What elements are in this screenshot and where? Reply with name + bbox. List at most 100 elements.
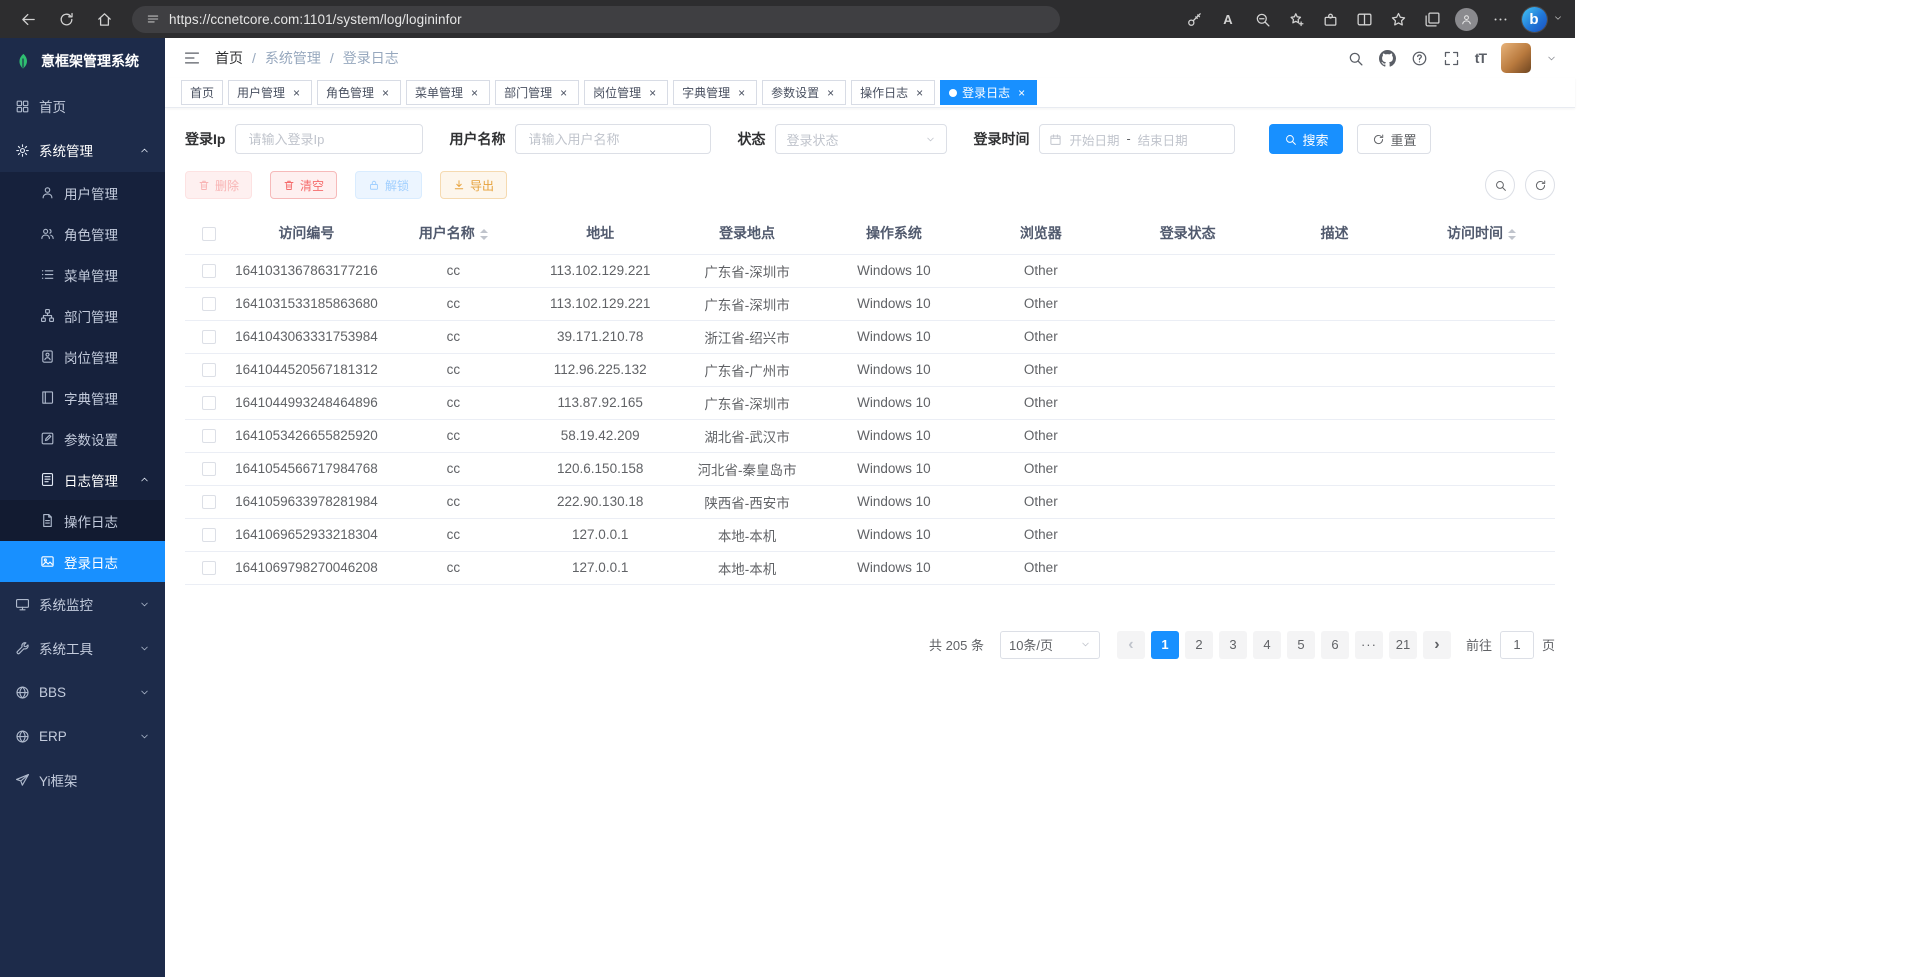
close-icon[interactable]: × — [379, 86, 392, 99]
toggle-search-button[interactable] — [1485, 170, 1515, 200]
sidebar-item-param-settings[interactable]: 参数设置 — [0, 418, 165, 459]
login-ip-input[interactable] — [235, 124, 423, 154]
row-checkbox[interactable] — [202, 297, 216, 311]
fullscreen-icon[interactable] — [1443, 50, 1460, 67]
user-name-input[interactable] — [515, 124, 711, 154]
favorites-icon[interactable] — [1383, 4, 1413, 34]
tab-dict-management[interactable]: 字典管理× — [673, 80, 757, 105]
page-button-4[interactable]: 4 — [1253, 631, 1281, 659]
clear-button[interactable]: 清空 — [270, 171, 337, 199]
close-icon[interactable]: × — [557, 86, 570, 99]
close-icon[interactable]: × — [735, 86, 748, 99]
sidebar-item-dict-management[interactable]: 字典管理 — [0, 377, 165, 418]
goto-page-input[interactable] — [1500, 631, 1534, 659]
close-icon[interactable]: × — [468, 86, 481, 99]
url-bar[interactable]: https://ccnetcore.com:1101/system/log/lo… — [132, 6, 1060, 33]
sidebar-collapse-button[interactable] — [183, 49, 201, 67]
site-info-icon[interactable] — [146, 12, 160, 26]
sidebar-item-erp[interactable]: ERP — [0, 714, 165, 758]
bing-caret-icon[interactable] — [1553, 10, 1563, 28]
close-icon[interactable]: × — [646, 86, 659, 99]
breadcrumb-home[interactable]: 首页 — [215, 48, 243, 68]
page-size-select[interactable]: 10条/页 — [1000, 631, 1100, 659]
chevron-down-icon[interactable] — [1546, 53, 1557, 64]
tab-operation-log[interactable]: 操作日志× — [851, 80, 935, 105]
page-button-1[interactable]: 1 — [1151, 631, 1179, 659]
page-button-6[interactable]: 6 — [1321, 631, 1349, 659]
reset-button[interactable]: 重置 — [1357, 124, 1431, 154]
page-button-3[interactable]: 3 — [1219, 631, 1247, 659]
close-icon[interactable]: × — [824, 86, 837, 99]
tab-dept-management[interactable]: 部门管理× — [495, 80, 579, 105]
next-page-button[interactable]: › — [1423, 631, 1451, 659]
browser-profile-avatar[interactable] — [1451, 4, 1481, 34]
search-icon[interactable] — [1347, 50, 1364, 67]
font-size-icon[interactable]: tT — [1475, 50, 1486, 66]
prev-page-button[interactable]: ‹ — [1117, 631, 1145, 659]
sidebar-item-operation-log[interactable]: 操作日志 — [0, 500, 165, 541]
refresh-table-button[interactable] — [1525, 170, 1555, 200]
split-screen-icon[interactable] — [1349, 4, 1379, 34]
sidebar-item-system-management[interactable]: 系统管理 — [0, 128, 165, 172]
sort-caret-icon[interactable] — [1508, 229, 1516, 240]
more-pages-icon[interactable]: ··· — [1355, 631, 1383, 659]
close-icon[interactable]: × — [290, 86, 303, 99]
sidebar-item-dept-management[interactable]: 部门管理 — [0, 295, 165, 336]
sidebar-item-system-monitor[interactable]: 系统监控 — [0, 582, 165, 626]
row-checkbox[interactable] — [202, 264, 216, 278]
row-checkbox[interactable] — [202, 396, 216, 410]
sidebar-item-home[interactable]: 首页 — [0, 84, 165, 128]
row-checkbox[interactable] — [202, 462, 216, 476]
sidebar-item-yi-framework[interactable]: Yi框架 — [0, 758, 165, 802]
row-checkbox[interactable] — [202, 495, 216, 509]
export-button[interactable]: 导出 — [440, 171, 507, 199]
row-checkbox[interactable] — [202, 363, 216, 377]
search-button[interactable]: 搜索 — [1269, 124, 1343, 154]
row-checkbox[interactable] — [202, 561, 216, 575]
home-button[interactable] — [88, 4, 120, 34]
favorites-add-icon[interactable] — [1281, 4, 1311, 34]
tab-param-settings[interactable]: 参数设置× — [762, 80, 846, 105]
row-checkbox[interactable] — [202, 528, 216, 542]
sidebar-item-menu-management[interactable]: 菜单管理 — [0, 254, 165, 295]
back-button[interactable] — [12, 4, 44, 34]
collections-icon[interactable] — [1417, 4, 1447, 34]
status-select[interactable]: 登录状态 — [775, 124, 947, 154]
close-icon[interactable]: × — [1015, 86, 1028, 99]
refresh-button[interactable] — [50, 4, 82, 34]
zoom-out-icon[interactable] — [1247, 4, 1277, 34]
select-all-checkbox[interactable] — [202, 227, 216, 241]
unlock-button[interactable]: 解锁 — [355, 171, 422, 199]
delete-button[interactable]: 删除 — [185, 171, 252, 199]
tab-login-log[interactable]: 登录日志× — [940, 80, 1037, 105]
browser-menu-icon[interactable] — [1485, 4, 1515, 34]
read-aloud-icon[interactable]: A — [1213, 4, 1243, 34]
tab-post-management[interactable]: 岗位管理× — [584, 80, 668, 105]
row-checkbox[interactable] — [202, 429, 216, 443]
extensions-icon[interactable] — [1315, 4, 1345, 34]
password-key-icon[interactable] — [1179, 4, 1209, 34]
bing-copilot-button[interactable]: b — [1519, 4, 1549, 34]
tab-user-management[interactable]: 用户管理× — [228, 80, 312, 105]
date-range-picker[interactable]: 开始日期 - 结束日期 — [1039, 124, 1235, 154]
page-button-2[interactable]: 2 — [1185, 631, 1213, 659]
sidebar-item-bbs[interactable]: BBS — [0, 670, 165, 714]
sidebar-item-system-tools[interactable]: 系统工具 — [0, 626, 165, 670]
user-avatar[interactable] — [1501, 43, 1531, 73]
tab-role-management[interactable]: 角色管理× — [317, 80, 401, 105]
sidebar-item-log-management[interactable]: 日志管理 — [0, 459, 165, 500]
col-user-name[interactable]: 用户名称 — [380, 212, 527, 254]
github-icon[interactable] — [1379, 50, 1396, 67]
tab-menu-management[interactable]: 菜单管理× — [406, 80, 490, 105]
page-button-21[interactable]: 21 — [1389, 631, 1417, 659]
sidebar-item-post-management[interactable]: 岗位管理 — [0, 336, 165, 377]
close-icon[interactable]: × — [913, 86, 926, 99]
page-button-5[interactable]: 5 — [1287, 631, 1315, 659]
tab-home[interactable]: 首页 — [181, 80, 223, 105]
question-help-icon[interactable] — [1411, 50, 1428, 67]
sort-caret-icon[interactable] — [480, 229, 488, 240]
col-access-time[interactable]: 访问时间 — [1408, 212, 1555, 254]
sidebar-item-login-log[interactable]: 登录日志 — [0, 541, 165, 582]
row-checkbox[interactable] — [202, 330, 216, 344]
sidebar-item-role-management[interactable]: 角色管理 — [0, 213, 165, 254]
